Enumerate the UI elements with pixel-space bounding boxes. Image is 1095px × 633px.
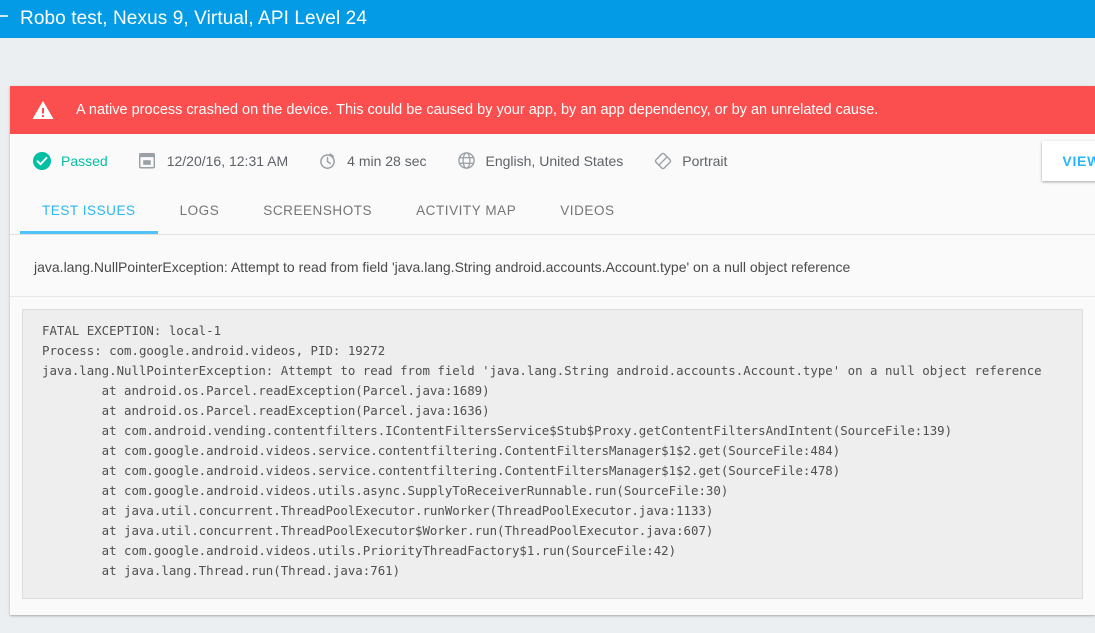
- meta-duration: 4 min 28 sec: [318, 151, 427, 170]
- test-meta-row: Passed 12/20/16, 12:31 AM 4 min 28 sec E…: [10, 134, 1095, 187]
- app-bar: Robo test, Nexus 9, Virtual, API Level 2…: [0, 0, 1095, 38]
- crash-banner-message: A native process crashed on the device. …: [76, 102, 879, 118]
- screen-rotation-icon: [653, 151, 672, 170]
- meta-orientation: Portrait: [653, 151, 727, 170]
- stack-trace-container: FATAL EXCEPTION: local-1 Process: com.go…: [10, 297, 1095, 615]
- view-button[interactable]: VIEW: [1042, 141, 1095, 181]
- page-title: Robo test, Nexus 9, Virtual, API Level 2…: [20, 8, 367, 29]
- meta-duration-label: 4 min 28 sec: [347, 152, 427, 169]
- tab-activity-map[interactable]: ACTIVITY MAP: [394, 187, 538, 234]
- check-circle-icon: [32, 151, 51, 170]
- test-result-card: A native process crashed on the device. …: [10, 86, 1095, 615]
- calendar-icon: [138, 151, 157, 170]
- view-button-label: VIEW: [1062, 153, 1095, 169]
- tab-videos[interactable]: VIDEOS: [538, 187, 636, 234]
- meta-locale: English, United States: [457, 151, 624, 170]
- stack-trace-text[interactable]: FATAL EXCEPTION: local-1 Process: com.go…: [22, 309, 1083, 599]
- meta-orientation-label: Portrait: [682, 152, 728, 169]
- tab-screenshots[interactable]: SCREENSHOTS: [241, 187, 394, 234]
- back-arrow-icon[interactable]: [0, 0, 8, 38]
- crash-banner: A native process crashed on the device. …: [10, 86, 1095, 134]
- status-badge: Passed: [32, 151, 108, 170]
- meta-locale-label: English, United States: [485, 152, 624, 169]
- tab-test-issues[interactable]: TEST ISSUES: [20, 187, 158, 234]
- warning-triangle-icon: [32, 100, 54, 120]
- status-label: Passed: [61, 152, 108, 169]
- tab-logs[interactable]: LOGS: [158, 187, 242, 234]
- tab-bar: TEST ISSUES LOGS SCREENSHOTS ACTIVITY MA…: [10, 187, 1095, 235]
- globe-icon: [457, 151, 476, 170]
- timer-icon: [318, 151, 337, 170]
- issue-title: java.lang.NullPointerException: Attempt …: [10, 235, 1095, 297]
- meta-date-label: 12/20/16, 12:31 AM: [166, 152, 289, 169]
- meta-date: 12/20/16, 12:31 AM: [138, 151, 288, 170]
